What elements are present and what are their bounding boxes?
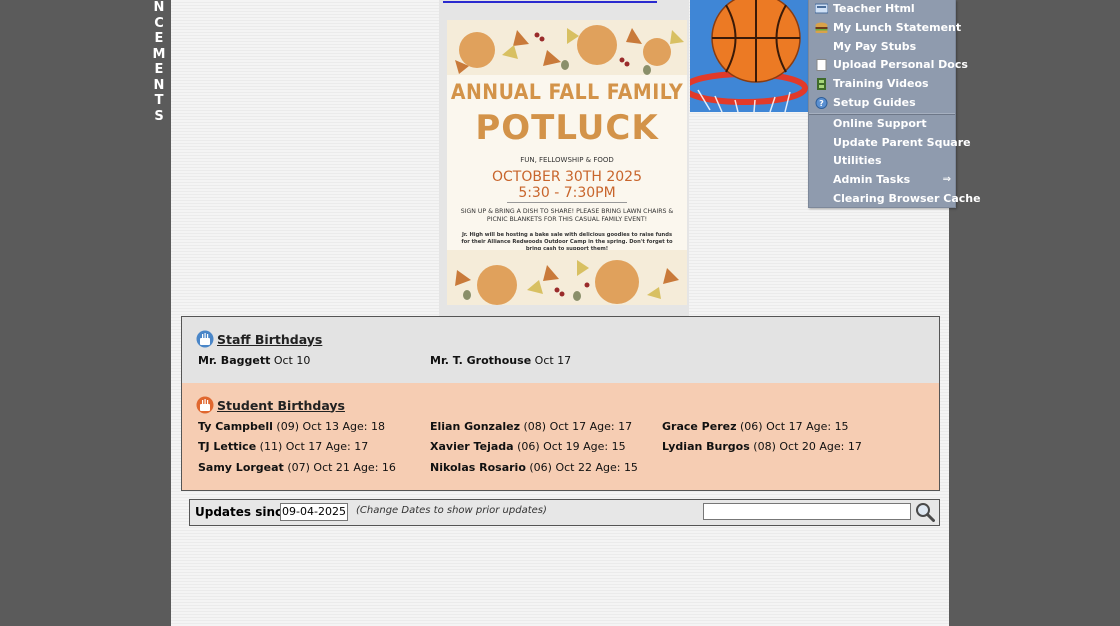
flyer-time: 5:30 - 7:30PM — [518, 185, 616, 201]
student-info: (06) Oct 22 Age: 15 — [529, 461, 638, 474]
student-birthday-entry: TJ Lettice (11) Oct 17 Age: 17 — [198, 440, 368, 453]
student-name: TJ Lettice — [198, 440, 257, 453]
student-info: (06) Oct 19 Age: 15 — [517, 440, 626, 453]
menu-item-setup-guides[interactable]: ? Setup Guides — [809, 94, 955, 113]
staff-date: Oct 17 — [534, 354, 572, 367]
film-icon — [815, 78, 828, 91]
student-info: (08) Oct 17 Age: 17 — [523, 420, 633, 433]
student-name: Nikolas Rosario — [430, 461, 526, 474]
staff-name: Mr. Baggett — [198, 354, 271, 367]
search-button[interactable] — [915, 502, 935, 522]
student-birthday-entry: Grace Perez (06) Oct 17 Age: 15 — [662, 420, 849, 433]
letter: N — [153, 0, 165, 15]
student-name: Elian Gonzalez — [430, 420, 521, 433]
letter: E — [154, 62, 164, 77]
student-birthday-entry: Samy Lorgeat (07) Oct 21 Age: 16 — [198, 461, 396, 474]
flyer-top-divider — [443, 1, 657, 3]
menu-item-lunch-statement[interactable]: My Lunch Statement — [809, 19, 961, 38]
student-info: (07) Oct 21 Age: 16 — [287, 461, 396, 474]
student-info: (09) Oct 13 Age: 18 — [276, 420, 385, 433]
updates-note: (Change Dates to show prior updates) — [356, 505, 547, 516]
letter: S — [154, 108, 164, 124]
dropdown-menu: Teacher Html My Lunch Statement My Pay S… — [808, 0, 981, 209]
student-name: Samy Lorgeat — [198, 461, 284, 474]
letter: N — [153, 77, 165, 93]
flyer-subtitle: FUN, FELLOWSHIP & FOOD — [520, 156, 614, 164]
html-icon — [814, 3, 829, 15]
staff-birthday-entry: Mr. Baggett Oct 10 — [198, 354, 310, 367]
flyer-divider — [507, 202, 627, 203]
student-info: (11) Oct 17 Age: 17 — [259, 440, 369, 453]
staff-date: Oct 10 — [273, 354, 311, 367]
birthday-cake-icon — [196, 330, 214, 348]
menu-item-update-parent-square[interactable]: Update Parent Square — [809, 134, 971, 153]
menu-item-label: Training Videos — [833, 77, 929, 91]
updates-date-input[interactable]: 09-04-2025 — [280, 503, 348, 521]
student-name: Xavier Tejada — [430, 440, 514, 453]
menu-item-label: My Pay Stubs — [833, 39, 917, 53]
menu-item-online-support[interactable]: Online Support — [809, 115, 955, 134]
menu-item-label: Admin Tasks — [833, 173, 911, 187]
search-icon — [916, 503, 935, 522]
birthday-cake-icon — [196, 396, 214, 414]
menu-item-pay-stubs[interactable]: My Pay Stubs — [809, 38, 955, 57]
student-birthday-entry: Ty Campbell (09) Oct 13 Age: 18 — [198, 420, 385, 433]
menu-item-upload-docs[interactable]: Upload Personal Docs — [809, 56, 968, 75]
menu-item-teacher-html[interactable]: Teacher Html — [809, 0, 955, 19]
student-birthday-entry: Elian Gonzalez (08) Oct 17 Age: 17 — [430, 420, 632, 433]
leaf-border-bottom — [447, 250, 687, 305]
document-icon — [815, 59, 828, 72]
staff-birthdays-panel: Staff Birthdays Mr. Baggett Oct 10 Mr. T… — [181, 316, 940, 384]
student-birthday-entry: Nikolas Rosario (06) Oct 22 Age: 15 — [430, 461, 638, 474]
menu-item-label: Teacher Html — [833, 2, 915, 15]
potluck-flyer-image[interactable]: ANNUAL FALL FAMILY POTLUCK FUN, FELLOWSH… — [447, 20, 687, 305]
staff-birthdays-header[interactable]: Staff Birthdays — [196, 330, 322, 348]
flyer-title-line2: POTLUCK — [475, 108, 659, 148]
student-name: Lydian Burgos — [662, 440, 750, 453]
menu-item-label: Upload Personal Docs — [833, 58, 968, 72]
student-info: (08) Oct 20 Age: 17 — [753, 440, 862, 453]
menu-item-label: My Lunch Statement — [833, 20, 962, 34]
menu-item-label: Utilities — [833, 154, 882, 168]
student-birthday-entry: Lydian Burgos (08) Oct 20 Age: 17 — [662, 440, 862, 453]
flyer-title-line1: ANNUAL FALL FAMILY — [450, 80, 684, 104]
student-name: Ty Campbell — [198, 420, 273, 433]
menu-item-label: Online Support — [833, 116, 927, 130]
student-birthdays-title: Student Birthdays — [217, 397, 345, 413]
staff-birthday-entry: Mr. T. Grothouse Oct 17 — [430, 354, 571, 367]
submenu-arrow-icon: ⇒ — [942, 174, 951, 186]
student-birthday-entry: Xavier Tejada (06) Oct 19 Age: 15 — [430, 440, 626, 453]
menu-item-admin-tasks[interactable]: Admin Tasks ⇒ — [809, 171, 955, 190]
updates-bar: Updates since: 09-04-2025 (Change Dates … — [189, 499, 940, 526]
burger-icon — [815, 22, 828, 34]
help-icon: ? — [815, 96, 828, 109]
flyer-signup-text: SIGN UP & BRING A DISH TO SHARE! PLEASE … — [460, 208, 674, 223]
menu-item-label: Setup Guides — [833, 95, 916, 109]
search-input[interactable] — [703, 503, 911, 520]
menu-item-label: Clearing Browser Cache — [833, 191, 981, 205]
student-birthdays-panel: Student Birthdays Ty Campbell (09) Oct 1… — [181, 383, 940, 491]
letter: M — [152, 46, 166, 62]
menu-item-label: Update Parent Square — [833, 135, 971, 149]
student-info: (06) Oct 17 Age: 15 — [740, 420, 849, 433]
letter: T — [154, 93, 164, 108]
student-birthdays-header[interactable]: Student Birthdays — [196, 396, 345, 414]
leaf-border-top — [447, 20, 687, 75]
staff-name: Mr. T. Grothouse — [430, 354, 532, 367]
vertical-announcements-text: N C E M E N T S — [152, 0, 166, 124]
basketball-image[interactable] — [690, 0, 808, 112]
flyer-date: OCTOBER 30TH 2025 — [492, 169, 642, 185]
menu-item-utilities[interactable]: Utilities — [809, 152, 955, 171]
student-name: Grace Perez — [662, 420, 737, 433]
menu-item-training-videos[interactable]: Training Videos — [809, 75, 955, 94]
letter: C — [154, 15, 164, 31]
svg-text:?: ? — [819, 99, 824, 108]
menu-item-clearing-cache[interactable]: Clearing Browser Cache — [809, 190, 981, 209]
staff-birthdays-title: Staff Birthdays — [217, 331, 323, 347]
letter: E — [154, 31, 164, 46]
